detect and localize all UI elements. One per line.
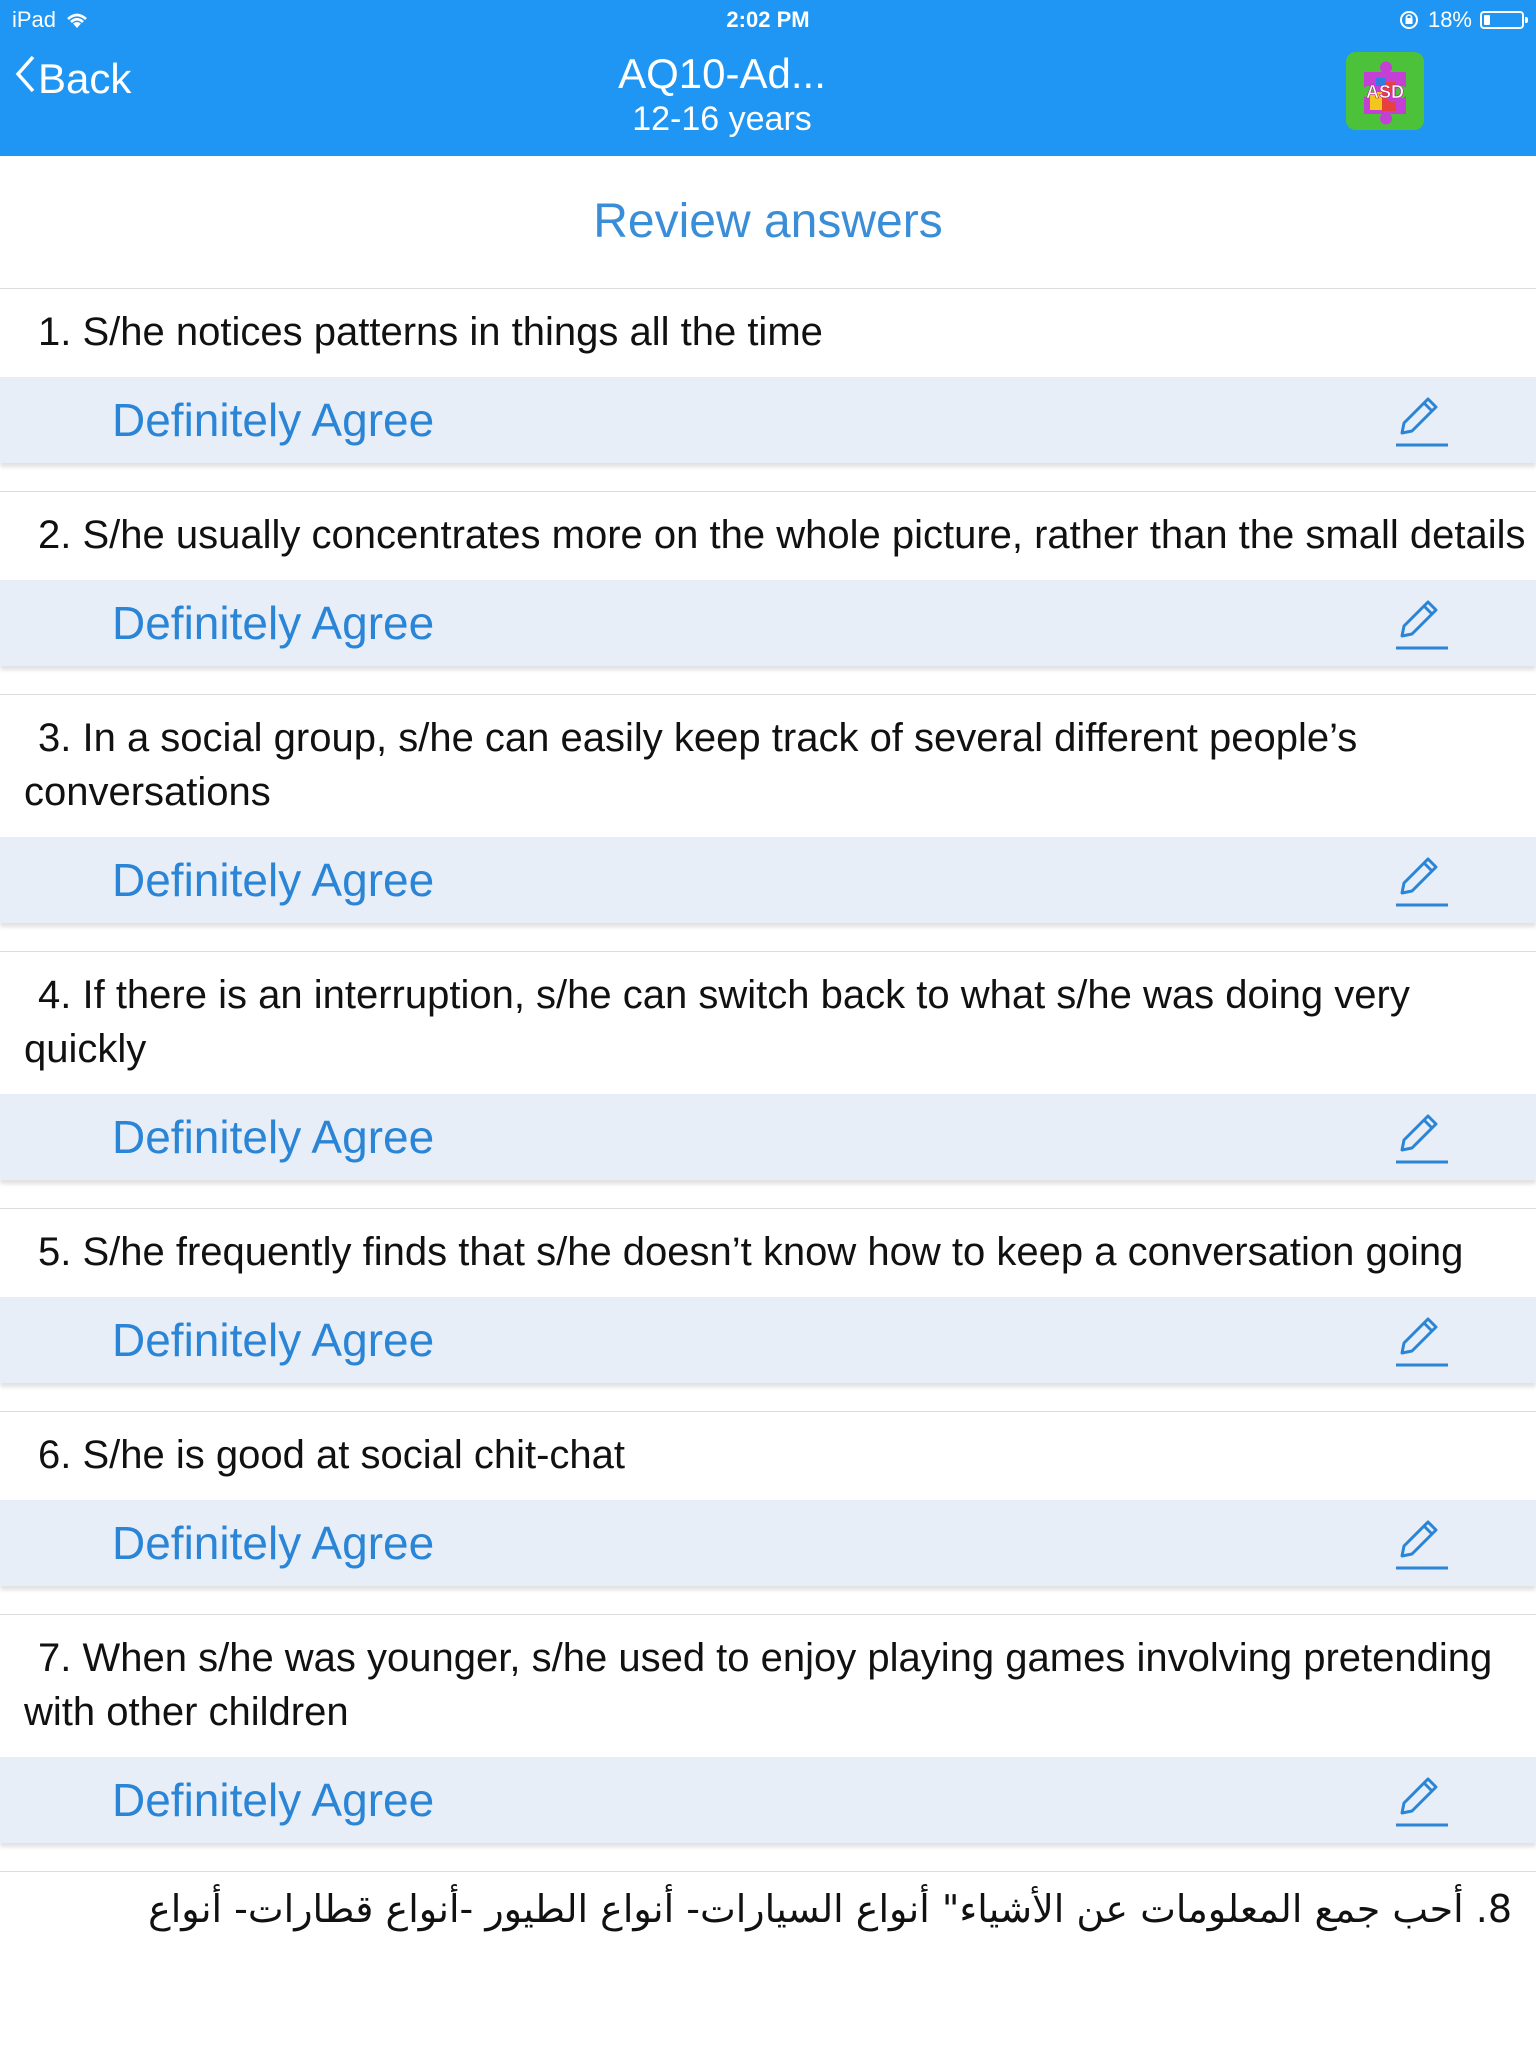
question-text: 4. If there is an interruption, s/he can… <box>24 973 1410 1071</box>
question-item: 6. S/he is good at social chit-chat Defi… <box>0 1411 1536 1586</box>
edit-pencil-icon[interactable] <box>1390 1514 1450 1574</box>
answer-value: Definitely Agree <box>112 597 435 649</box>
answer-row[interactable]: Definitely Agree <box>0 1757 1536 1843</box>
answer-row[interactable]: Definitely Agree <box>0 1297 1536 1383</box>
question-text: 3. In a social group, s/he can easily ke… <box>24 716 1358 814</box>
answer-row[interactable]: Definitely Agree <box>0 837 1536 923</box>
question-text: 7. When s/he was younger, s/he used to e… <box>24 1636 1493 1734</box>
answer-value: Definitely Agree <box>112 1111 435 1163</box>
answer-row[interactable]: Definitely Agree <box>0 1094 1536 1180</box>
answer-row[interactable]: Definitely Agree <box>0 1500 1536 1586</box>
edit-pencil-icon[interactable] <box>1390 1108 1450 1168</box>
answer-row[interactable]: Definitely Agree <box>0 580 1536 666</box>
answer-value: Definitely Agree <box>112 854 435 906</box>
orientation-lock-icon <box>1399 11 1418 29</box>
status-bar: iPad 2:02 PM 18% <box>0 0 1536 40</box>
question-item: 7. When s/he was younger, s/he used to e… <box>0 1614 1536 1843</box>
question-item: 5. S/he frequently finds that s/he doesn… <box>0 1208 1536 1383</box>
answer-value: Definitely Agree <box>112 1314 435 1366</box>
answer-value: Definitely Agree <box>112 394 435 446</box>
battery-icon <box>1480 11 1528 29</box>
asd-puzzle-logo-icon: ASD <box>1346 52 1424 130</box>
page-subtitle: 12-16 years <box>632 100 812 138</box>
answer-value: Definitely Agree <box>112 1517 435 1569</box>
edit-pencil-icon[interactable] <box>1390 594 1450 654</box>
question-item: 3. In a social group, s/he can easily ke… <box>0 694 1536 923</box>
svg-text:ASD: ASD <box>1366 82 1404 102</box>
edit-pencil-icon[interactable] <box>1390 1311 1450 1371</box>
question-text: 8. أحب جمع المعلومات عن الأشياء" أنواع ا… <box>148 1887 1512 1931</box>
battery-level <box>1484 15 1490 25</box>
edit-pencil-icon[interactable] <box>1390 851 1450 911</box>
question-item: 8. أحب جمع المعلومات عن الأشياء" أنواع ا… <box>0 1871 1536 1936</box>
edit-pencil-icon[interactable] <box>1390 1771 1450 1831</box>
review-answers-heading: Review answers <box>0 156 1536 289</box>
question-item: 1. S/he notices patterns in things all t… <box>0 289 1536 463</box>
question-text: 2. S/he usually concentrates more on the… <box>38 513 1526 557</box>
answer-row[interactable]: Definitely Agree <box>0 377 1536 463</box>
edit-pencil-icon[interactable] <box>1390 391 1450 451</box>
navigation-bar: Back AQ10-Ad... 12-16 years ASD <box>0 40 1536 156</box>
question-item: 2. S/he usually concentrates more on the… <box>0 491 1536 666</box>
battery-percent: 18% <box>1427 7 1472 32</box>
page-title: AQ10-Ad... <box>618 50 826 97</box>
question-item: 4. If there is an interruption, s/he can… <box>0 951 1536 1180</box>
question-text: 1. S/he notices patterns in things all t… <box>38 310 823 354</box>
answers-list: 1. S/he notices patterns in things all t… <box>0 289 1536 1936</box>
status-right: 18% <box>1398 7 1528 33</box>
answer-value: Definitely Agree <box>112 1774 435 1826</box>
question-text: 6. S/he is good at social chit-chat <box>38 1433 625 1477</box>
question-text: 5. S/he frequently finds that s/he doesn… <box>38 1230 1464 1274</box>
status-time: 2:02 PM <box>726 7 810 32</box>
